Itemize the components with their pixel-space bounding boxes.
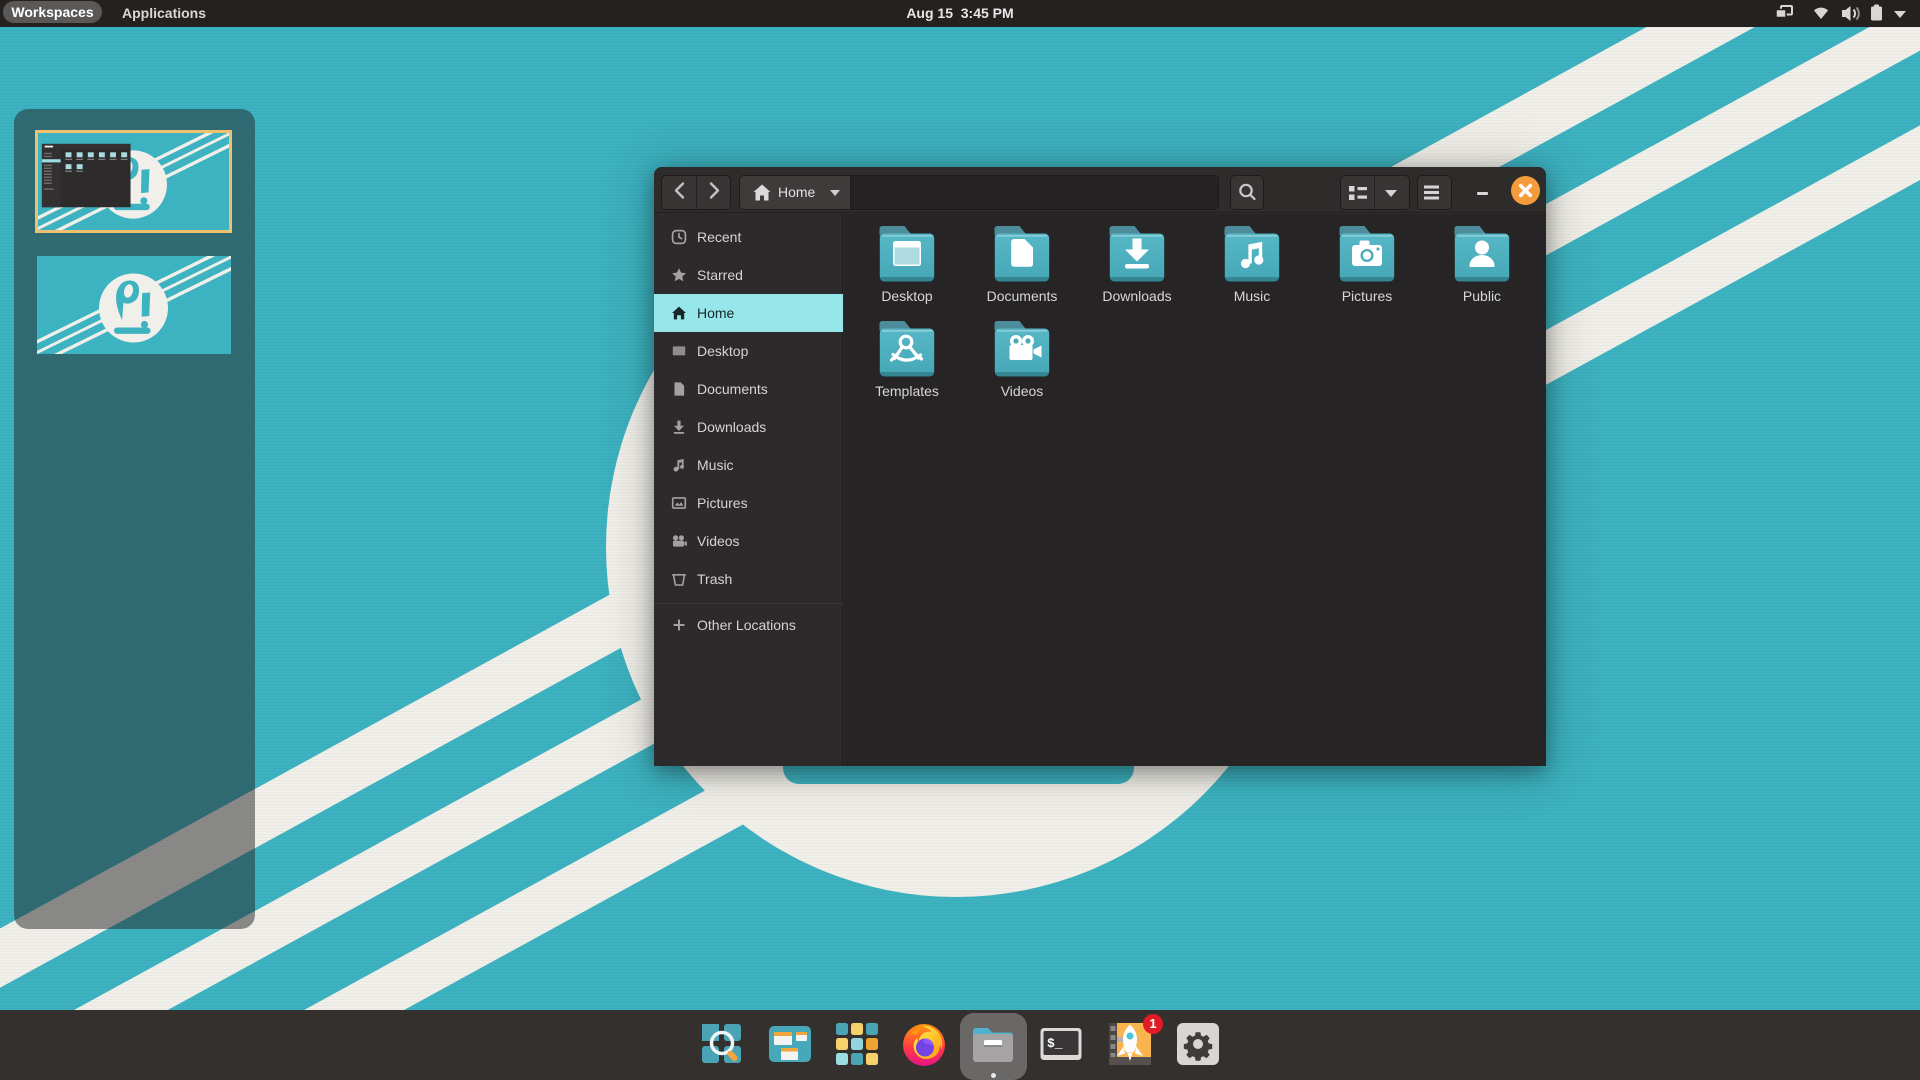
svg-text:$_: $_ [1047,1036,1063,1051]
